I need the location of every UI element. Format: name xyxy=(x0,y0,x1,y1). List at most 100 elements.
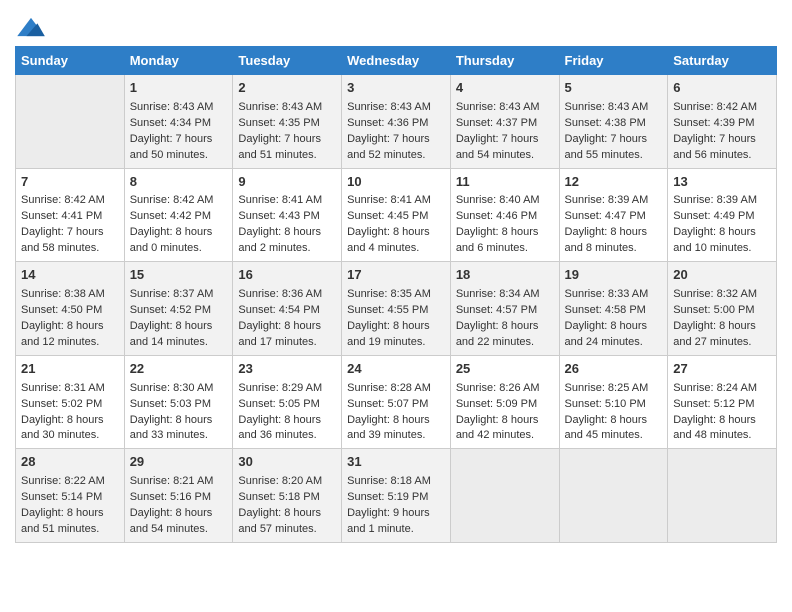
day-number: 10 xyxy=(347,173,445,192)
sunrise-text: Sunrise: 8:35 AM xyxy=(347,288,431,300)
calendar-cell: 24Sunrise: 8:28 AMSunset: 5:07 PMDayligh… xyxy=(342,355,451,449)
week-row-2: 7 Sunrise: 8:42 AM Sunset: 4:41 PM Daylight… xyxy=(16,168,777,262)
daylight-text: Daylight: 7 hours and 52 minutes. xyxy=(347,133,430,161)
sunrise-text: Sunrise: 8:42 AM xyxy=(21,194,105,206)
calendar-cell: 2Sunrise: 8:43 AMSunset: 4:35 PMDaylight… xyxy=(233,75,342,169)
sunrise-text: Sunrise: 8:18 AM xyxy=(347,475,431,487)
header-cell-wednesday: Wednesday xyxy=(342,47,451,75)
day-number: 14 xyxy=(21,266,119,285)
sunrise-text: Sunrise: 8:43 AM xyxy=(130,101,214,113)
calendar-cell: 9Sunrise: 8:41 AMSunset: 4:43 PMDaylight… xyxy=(233,168,342,262)
day-number: 31 xyxy=(347,453,445,472)
sunset-text: Sunset: 4:54 PM xyxy=(238,304,319,316)
sunset-text: Sunset: 4:47 PM xyxy=(565,210,646,222)
daylight-text: Daylight: 8 hours and 33 minutes. xyxy=(130,414,213,442)
calendar-cell: 22 Sunrise: 8:30 AM Sunset: 5:03 PM Dayligh… xyxy=(124,355,233,449)
daylight-text: Daylight: 8 hours and 19 minutes. xyxy=(347,320,430,348)
header-cell-sunday: Sunday xyxy=(16,47,125,75)
calendar-cell: 14Sunrise: 8:38 AMSunset: 4:50 PMDayligh… xyxy=(16,262,125,356)
day-number: 24 xyxy=(347,360,445,379)
sunrise-text: Sunrise: 8:26 AM xyxy=(456,382,540,394)
daylight-text: Daylight: 7 hours and 51 minutes. xyxy=(238,133,321,161)
calendar-cell: 23Sunrise: 8:29 AMSunset: 5:05 PMDayligh… xyxy=(233,355,342,449)
daylight-text: Daylight: 8 hours and 51 minutes. xyxy=(21,507,104,535)
sunset-text: Sunset: 4:57 PM xyxy=(456,304,537,316)
sunset-text: Sunset: 5:18 PM xyxy=(238,491,319,503)
sunset-text: Sunset: 5:16 PM xyxy=(130,491,211,503)
daylight-text: Daylight: 8 hours and 39 minutes. xyxy=(347,414,430,442)
calendar-cell: 11Sunrise: 8:40 AMSunset: 4:46 PMDayligh… xyxy=(450,168,559,262)
sunrise-text: Sunrise: 8:32 AM xyxy=(673,288,757,300)
sunrise-text: Sunrise: 8:43 AM xyxy=(347,101,431,113)
daylight-text: Daylight: 8 hours and 4 minutes. xyxy=(347,226,430,254)
header-cell-thursday: Thursday xyxy=(450,47,559,75)
sunrise-text: Sunrise: 8:40 AM xyxy=(456,194,540,206)
day-number: 3 xyxy=(347,79,445,98)
day-number: 27 xyxy=(673,360,771,379)
day-number: 13 xyxy=(673,173,771,192)
calendar-cell: 13Sunrise: 8:39 AMSunset: 4:49 PMDayligh… xyxy=(668,168,777,262)
daylight-text: Daylight: 8 hours and 2 minutes. xyxy=(238,226,321,254)
header-cell-saturday: Saturday xyxy=(668,47,777,75)
sunrise-text: Sunrise: 8:30 AM xyxy=(130,382,214,394)
sunrise-text: Sunrise: 8:43 AM xyxy=(565,101,649,113)
calendar-cell: 3 Sunrise: 8:43 AM Sunset: 4:36 PM Daylight… xyxy=(342,75,451,169)
logo-icon xyxy=(17,16,45,38)
day-number: 28 xyxy=(21,453,119,472)
sunset-text: Sunset: 5:03 PM xyxy=(130,398,211,410)
calendar-cell: 25Sunrise: 8:26 AMSunset: 5:09 PMDayligh… xyxy=(450,355,559,449)
sunrise-text: Sunrise: 8:43 AM xyxy=(238,101,322,113)
sunset-text: Sunset: 5:02 PM xyxy=(21,398,102,410)
calendar-cell: 8Sunrise: 8:42 AMSunset: 4:42 PMDaylight… xyxy=(124,168,233,262)
day-number: 5 xyxy=(565,79,663,98)
day-number: 29 xyxy=(130,453,228,472)
sunrise-text: Sunrise: 8:36 AM xyxy=(238,288,322,300)
sunrise-text: Sunrise: 8:42 AM xyxy=(673,101,757,113)
sunrise-text: Sunrise: 8:38 AM xyxy=(21,288,105,300)
sunrise-text: Sunrise: 8:39 AM xyxy=(673,194,757,206)
calendar-cell: 29Sunrise: 8:21 AMSunset: 5:16 PMDayligh… xyxy=(124,449,233,543)
day-number: 25 xyxy=(456,360,554,379)
sunrise-text: Sunrise: 8:41 AM xyxy=(347,194,431,206)
sunset-text: Sunset: 4:39 PM xyxy=(673,117,754,129)
daylight-text: Daylight: 8 hours and 48 minutes. xyxy=(673,414,756,442)
day-number: 9 xyxy=(238,173,336,192)
sunset-text: Sunset: 4:49 PM xyxy=(673,210,754,222)
calendar-cell: 19Sunrise: 8:33 AMSunset: 4:58 PMDayligh… xyxy=(559,262,668,356)
sunset-text: Sunset: 4:41 PM xyxy=(21,210,102,222)
sunrise-text: Sunrise: 8:34 AM xyxy=(456,288,540,300)
day-number: 21 xyxy=(21,360,119,379)
daylight-text: Daylight: 8 hours and 24 minutes. xyxy=(565,320,648,348)
calendar-cell: 30Sunrise: 8:20 AMSunset: 5:18 PMDayligh… xyxy=(233,449,342,543)
sunrise-text: Sunrise: 8:28 AM xyxy=(347,382,431,394)
day-number: 30 xyxy=(238,453,336,472)
day-number: 26 xyxy=(565,360,663,379)
week-row-4: 21Sunrise: 8:31 AMSunset: 5:02 PMDayligh… xyxy=(16,355,777,449)
calendar-cell: 28Sunrise: 8:22 AMSunset: 5:14 PMDayligh… xyxy=(16,449,125,543)
day-number: 23 xyxy=(238,360,336,379)
day-number: 22 xyxy=(130,360,228,379)
day-number: 20 xyxy=(673,266,771,285)
header xyxy=(15,10,777,38)
daylight-text: Daylight: 8 hours and 8 minutes. xyxy=(565,226,648,254)
day-number: 18 xyxy=(456,266,554,285)
sunrise-text: Sunrise: 8:22 AM xyxy=(21,475,105,487)
sunset-text: Sunset: 5:05 PM xyxy=(238,398,319,410)
sunset-text: Sunset: 4:36 PM xyxy=(347,117,428,129)
calendar-cell xyxy=(668,449,777,543)
sunrise-text: Sunrise: 8:39 AM xyxy=(565,194,649,206)
daylight-text: Daylight: 8 hours and 45 minutes. xyxy=(565,414,648,442)
sunset-text: Sunset: 5:19 PM xyxy=(347,491,428,503)
sunrise-text: Sunrise: 8:29 AM xyxy=(238,382,322,394)
calendar-cell: 5Sunrise: 8:43 AMSunset: 4:38 PMDaylight… xyxy=(559,75,668,169)
day-number: 6 xyxy=(673,79,771,98)
sunset-text: Sunset: 4:58 PM xyxy=(565,304,646,316)
day-number: 15 xyxy=(130,266,228,285)
week-row-3: 14Sunrise: 8:38 AMSunset: 4:50 PMDayligh… xyxy=(16,262,777,356)
sunset-text: Sunset: 4:42 PM xyxy=(130,210,211,222)
sunset-text: Sunset: 5:00 PM xyxy=(673,304,754,316)
daylight-text: Daylight: 8 hours and 0 minutes. xyxy=(130,226,213,254)
calendar-cell: 6Sunrise: 8:42 AMSunset: 4:39 PMDaylight… xyxy=(668,75,777,169)
day-number: 7 xyxy=(21,173,119,192)
calendar-cell: 18Sunrise: 8:34 AMSunset: 4:57 PMDayligh… xyxy=(450,262,559,356)
